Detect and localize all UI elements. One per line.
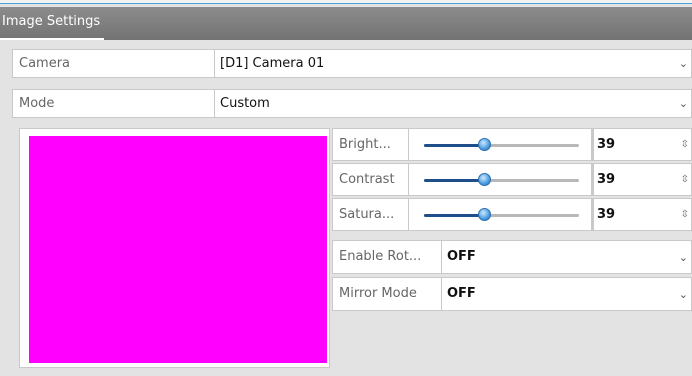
mode-label: Mode [13,90,215,117]
spinner-arrows-icon[interactable]: ⇳ [681,129,689,160]
contrast-row: Contrast 39 ⇳ [332,163,692,196]
saturation-slider-fill [424,214,485,217]
chevron-down-icon[interactable]: ⌄ [679,50,688,78]
brightness-label: Bright... [333,129,409,160]
brightness-value: 39 [597,137,616,152]
preview-panel [19,128,330,368]
saturation-slider[interactable] [424,208,579,221]
brightness-row: Bright... 39 ⇳ [332,128,692,161]
mirror-mode-label: Mirror Mode [333,278,442,310]
mode-select[interactable]: Mode Custom ⌄ [12,89,692,118]
contrast-slider-fill [424,179,485,182]
camera-value[interactable]: [D1] Camera 01 [215,50,691,77]
contrast-slider[interactable] [424,173,579,186]
contrast-label: Contrast [333,164,409,195]
brightness-slider[interactable] [424,138,579,151]
tab-image-settings[interactable]: Image Settings [0,7,105,40]
saturation-input[interactable]: 39 ⇳ [591,199,692,230]
mirror-mode-value[interactable]: OFF [442,278,691,310]
chevron-down-icon[interactable]: ⌄ [679,278,688,311]
saturation-value: 39 [597,207,616,222]
brightness-input[interactable]: 39 ⇳ [591,129,692,160]
enable-rotate-select[interactable]: Enable Rot... OFF ⌄ [332,240,692,274]
mirror-mode-select[interactable]: Mirror Mode OFF ⌄ [332,277,692,311]
spinner-arrows-icon[interactable]: ⇳ [681,199,689,230]
enable-rotate-label: Enable Rot... [333,241,442,273]
mode-value[interactable]: Custom [215,90,691,117]
saturation-slider-handle[interactable] [478,208,492,221]
saturation-label: Satura... [333,199,409,230]
title-bar: Image Settings [0,7,692,40]
chevron-down-icon[interactable]: ⌄ [679,241,688,274]
chevron-down-icon[interactable]: ⌄ [679,90,688,118]
spinner-arrows-icon[interactable]: ⇳ [681,164,689,195]
video-preview [29,136,327,363]
camera-select[interactable]: Camera [D1] Camera 01 ⌄ [12,49,692,78]
camera-label: Camera [13,50,215,77]
saturation-row: Satura... 39 ⇳ [332,198,692,231]
contrast-slider-handle[interactable] [478,173,492,186]
brightness-slider-handle[interactable] [478,138,492,151]
brightness-slider-fill [424,144,485,147]
top-accent-line [0,0,692,4]
contrast-value: 39 [597,172,616,187]
contrast-input[interactable]: 39 ⇳ [591,164,692,195]
enable-rotate-value[interactable]: OFF [442,241,691,273]
